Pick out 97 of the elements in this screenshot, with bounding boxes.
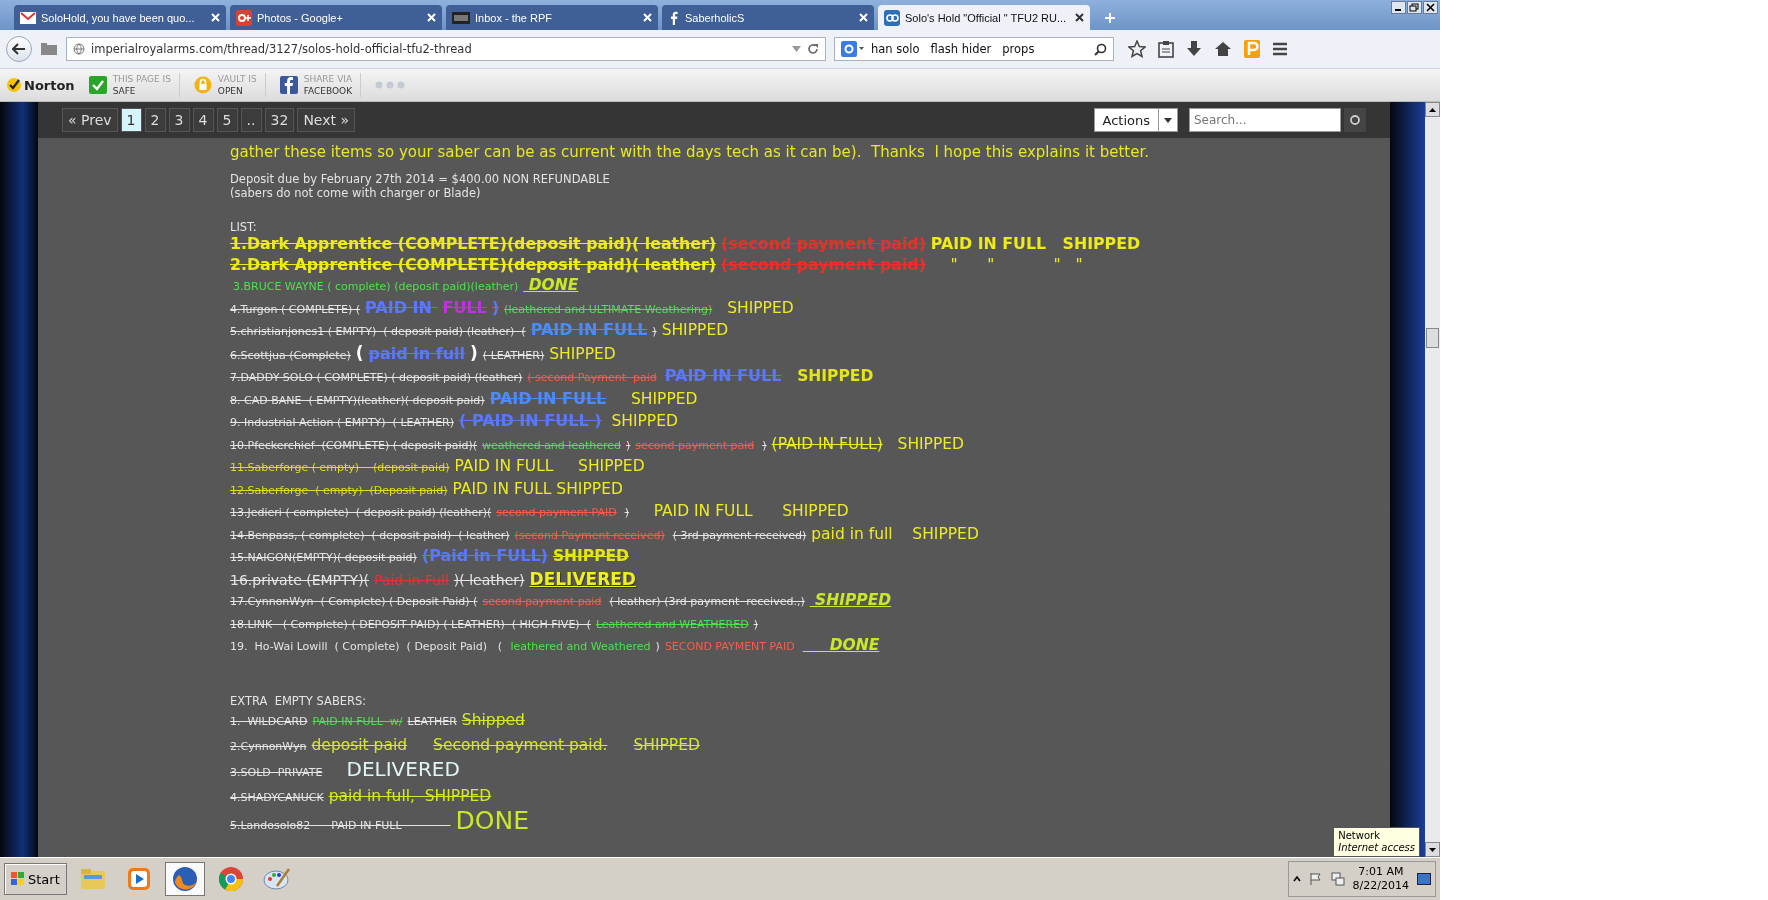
search-button[interactable]	[1344, 108, 1366, 132]
dropdown-icon[interactable]	[792, 46, 801, 52]
search-icon[interactable]	[1094, 42, 1107, 56]
list-entry: 6.Scottjua (Complete) ( paid in full ) ( LEATHER) SHIPPED	[230, 342, 616, 365]
clipboard-icon[interactable]	[1158, 40, 1174, 58]
logo-icon	[452, 11, 470, 24]
facebook-icon[interactable]	[279, 76, 298, 94]
page-link[interactable]: 3	[168, 108, 190, 132]
page-link[interactable]: ..	[240, 108, 262, 132]
plus-icon[interactable]	[1104, 12, 1116, 24]
address-bar[interactable]: imperialroyalarms.com/thread/3127/solos-hold-official-tfu2-thread	[66, 37, 826, 61]
reload-icon[interactable]	[807, 43, 819, 55]
page-link[interactable]: 5	[216, 108, 238, 132]
toolbar-label[interactable]: THIS PAGE IS SAFE	[112, 73, 171, 97]
browser-tab[interactable]: Solo's Hold "Official " TFU2 RU...	[878, 5, 1090, 30]
list-entry: 9. Industrial Action ( EMPTY) ( LEATHER) ( PAID IN FULL ) SHIPPED	[230, 411, 678, 432]
page-link[interactable]: « Prev	[62, 108, 118, 132]
list-entry: 11.Saberforge ( empty) (deposit paid) PAID IN FULL SHIPPED	[230, 456, 645, 477]
list-entry: 13.Jedieri ( complete) ( deposit paid) (leather)( second payment PAID ) PAID IN FULL SHIPPED	[230, 501, 849, 522]
scrollbar[interactable]	[1425, 102, 1440, 857]
scroll-down-button[interactable]	[1425, 842, 1440, 857]
post-text: Deposit due by February 27th 2014 = $400.00 NON REFUNDABLE	[230, 172, 611, 186]
scrollbar-thumb[interactable]	[1426, 328, 1439, 348]
list-entry: 5.christianjones1 ( EMPTY) ( deposit paid) (leather) ( PAID IN FULL ) SHIPPED	[230, 320, 729, 341]
close-icon[interactable]	[1423, 1, 1438, 14]
checkmark-icon[interactable]	[88, 76, 107, 94]
star-icon[interactable]	[1128, 40, 1146, 58]
browser-globe-icon[interactable]	[170, 865, 199, 893]
palette-icon[interactable]	[262, 866, 291, 892]
list-entry: 1.Dark Apprentice (COMPLETE)(deposit paid)( leather) (second payment paid) PAID IN FULL SHIPPED	[230, 234, 1141, 255]
start-button[interactable]: Start	[4, 863, 67, 895]
close-icon[interactable]	[1075, 13, 1084, 22]
download-icon[interactable]	[1186, 40, 1202, 58]
page-link[interactable]: 4	[192, 108, 214, 132]
list-entry: 2.Dark Apprentice (COMPLETE)(deposit paid)( leather) (second payment paid) " " " "	[230, 254, 1083, 275]
norton-brand[interactable]: Norton	[6, 77, 75, 93]
checkmark-icon	[6, 77, 22, 93]
list-entry: 19. Ho-Wai Lowill ( Complete) ( Deposit Paid) ( leathered and Weathered ) SECOND PAYMENT PAID DONE	[230, 635, 880, 656]
list-entry: 10.Pfeckerchief (COMPLETE) ( deposit paid)( weathered and leathered ) second payment paid ) (PAID IN FULL) SHIPPED	[230, 433, 965, 455]
list-entry: 4.Turgon ( COMPLETE) ( PAID IN FULL ) (leathered and ULTIMATE Weathering) SHIPPED	[230, 297, 794, 319]
down-arrow-icon[interactable]	[1429, 847, 1436, 852]
up-arrow-icon[interactable]	[1429, 107, 1436, 112]
list-entry: 12.Saberforge ( empty) (Deposit paid) PAID IN FULL SHIPPED	[230, 478, 623, 500]
post-text: (sabers do not come with charger or Blade)	[230, 186, 482, 200]
list-entry: 1. WILDCARD PAID IN FULL w/ LEATHER Shipped	[230, 709, 525, 731]
flag-icon[interactable]	[1308, 872, 1323, 886]
list-entry: 7.DADDY SOLO ( COMPLETE) ( deposit paid) (leather) ( second Payment paid PAID IN FULL SHIPPED	[230, 366, 874, 387]
scroll-up-button[interactable]	[1425, 102, 1440, 117]
search-icon[interactable]	[1349, 114, 1361, 126]
list-heading: LIST:	[230, 220, 258, 234]
envelope-icon	[20, 11, 36, 24]
dots-icon[interactable]	[375, 81, 406, 89]
tooltip: Network Internet access	[1333, 827, 1420, 857]
list-entry: 2.CynnonWyn deposit paid Second payment paid. SHIPPED	[230, 734, 700, 756]
toolbar-label[interactable]: SHARE VIA FACEBOOK	[303, 73, 353, 97]
list-entry: 14.Benpass, ( complete) ( deposit paid) ( leather) (second Payment received) ( 3rd payment received) paid in full SHIPPED	[230, 523, 979, 545]
minimize-icon[interactable]	[1391, 1, 1406, 14]
list-entry: 4.SHADYCANUCK paid in full, SHIPPED	[230, 785, 492, 807]
actions-dropdown[interactable]: Actions	[1093, 108, 1178, 132]
browser-circle-icon[interactable]	[216, 865, 245, 893]
globe-icon	[73, 43, 85, 55]
page-link[interactable]: 2	[144, 108, 166, 132]
list-heading: EXTRA EMPTY SABERS:	[230, 693, 368, 708]
caret-icon[interactable]	[1164, 117, 1172, 123]
folder-icon[interactable]	[40, 42, 58, 56]
list-entry: 15.NAIGON(EMPTY)( deposit paid) (Paid in FULL) SHIPPED	[230, 546, 629, 567]
forum-logo-icon	[884, 9, 900, 26]
post-text: gather these items so your saber can be as current with the days tech as it can be). Thanks I hope this explains it better.	[230, 142, 1151, 162]
home-icon[interactable]	[1214, 41, 1232, 57]
page-link[interactable]: 32	[264, 108, 295, 132]
list-entry: 5.Landosolo82 PAID IN FULL DONE	[230, 808, 529, 837]
page-link[interactable]: Next »	[297, 108, 356, 132]
list-entry: 3.BRUCE WAYNE ( complete) (deposit paid)(leather) DONE	[232, 275, 579, 296]
search-engine-icon[interactable]	[841, 41, 865, 57]
list-entry: 3.SOLD PRIVATE DELIVERED	[230, 757, 460, 783]
menu-icon[interactable]	[1272, 42, 1288, 56]
browser-tab[interactable]: Photos - Google+	[230, 5, 442, 30]
restore-icon[interactable]	[1407, 1, 1422, 14]
plus-square-icon	[236, 9, 252, 26]
search-field[interactable]: han solo flash hider props	[834, 37, 1114, 61]
search-field[interactable]: Search...	[1189, 108, 1341, 132]
browser-tab[interactable]: SaberholicS	[662, 5, 874, 30]
browser-tab[interactable]: Inbox - the RPF	[446, 5, 658, 30]
back-button[interactable]	[6, 36, 32, 62]
page-link[interactable]: 1	[120, 108, 142, 132]
toolbar-label[interactable]: VAULT IS OPEN	[217, 73, 257, 97]
list-entry: 17.CynnonWyn ( Complete) ( Deposit Paid) ( second payment paid ( leather) (3rd payment received.,) SHIPPED	[230, 590, 892, 611]
browser-tab[interactable]: SoloHold, you have been quo...	[14, 5, 226, 30]
back-arrow-icon[interactable]	[12, 43, 26, 55]
windows-logo-icon[interactable]	[11, 872, 25, 886]
network-icon[interactable]	[1330, 872, 1345, 886]
facebook-icon	[668, 10, 680, 25]
desktop-icon[interactable]	[1417, 873, 1431, 885]
list-entry: 18.LINK ( Complete) ( DEPOSIT PAID) ( LEATHER) ( HIGH FIVE) ( Leathered and WEATHERED )	[230, 616, 758, 633]
list-entry: 16.private (EMPTY)( Paid in Full )( leather) DELIVERED	[230, 568, 636, 590]
list-entry: 8. CAD BANE ( EMPTY)(leather)( deposit paid) PAID IN FULL SHIPPED	[230, 388, 698, 410]
chevron-icon[interactable]	[1292, 875, 1301, 883]
